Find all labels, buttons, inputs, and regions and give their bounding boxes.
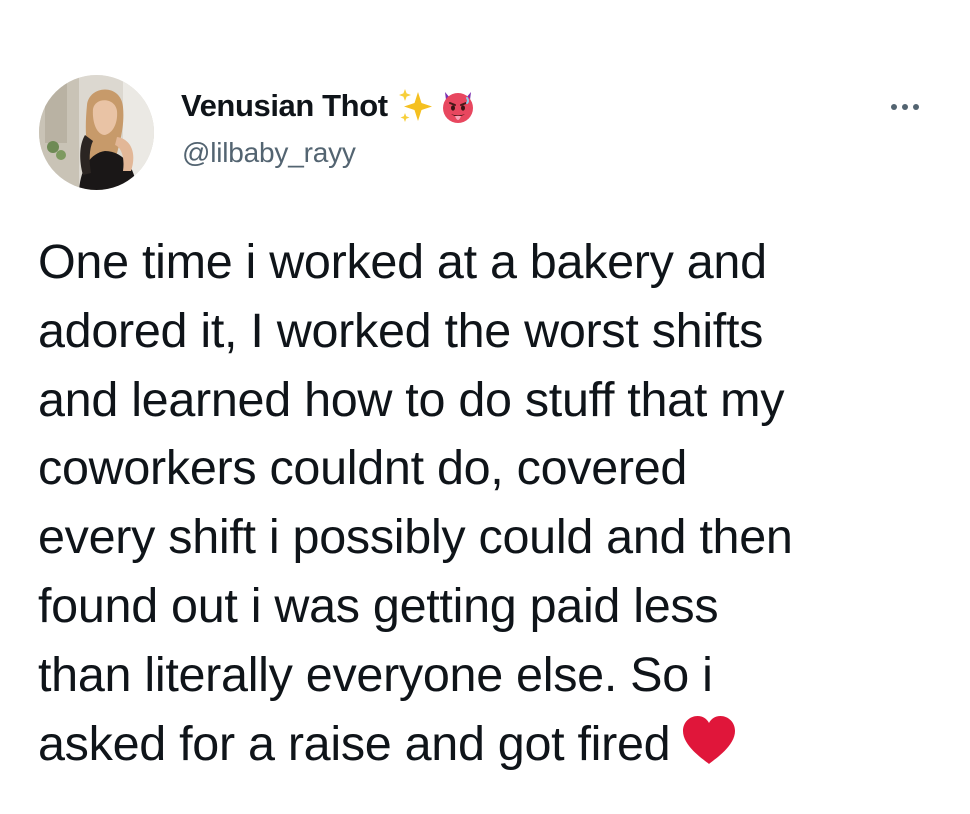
tweet-text: One time i worked at a bakery and adored… (38, 228, 948, 778)
dot (891, 104, 897, 110)
sparkles-icon (396, 86, 436, 126)
tweet-text-line: and learned how to do stuff that my (38, 372, 785, 427)
tweet-text-line: coworkers couldnt do, covered (38, 441, 688, 496)
tweet-text-line: One time i worked at a bakery and (38, 235, 767, 289)
tweet-text-line: found out i was getting paid less (38, 578, 719, 633)
dot (913, 104, 919, 110)
avatar[interactable] (39, 75, 154, 190)
dot (902, 104, 908, 110)
author-handle[interactable]: @lilbaby_rayy (182, 137, 356, 169)
red-heart-icon (680, 712, 738, 770)
profile-photo (39, 75, 154, 190)
tweet-text-line: adored it, I worked the worst shifts (38, 303, 764, 358)
tweet-text-line: every shift i possibly could and then (38, 510, 793, 565)
tweet-card: Venusian Thot @lilbaby_rayy One time i w… (0, 0, 970, 814)
more-horizontal-icon[interactable] (880, 92, 930, 122)
tweet-text-line: than literally everyone else. So i (38, 647, 713, 702)
tweet-text-line: asked for a raise and got fired (38, 716, 671, 771)
author-name-row: Venusian Thot (181, 84, 478, 128)
hot-face-devil-icon (438, 86, 478, 126)
display-name[interactable]: Venusian Thot (181, 88, 388, 124)
